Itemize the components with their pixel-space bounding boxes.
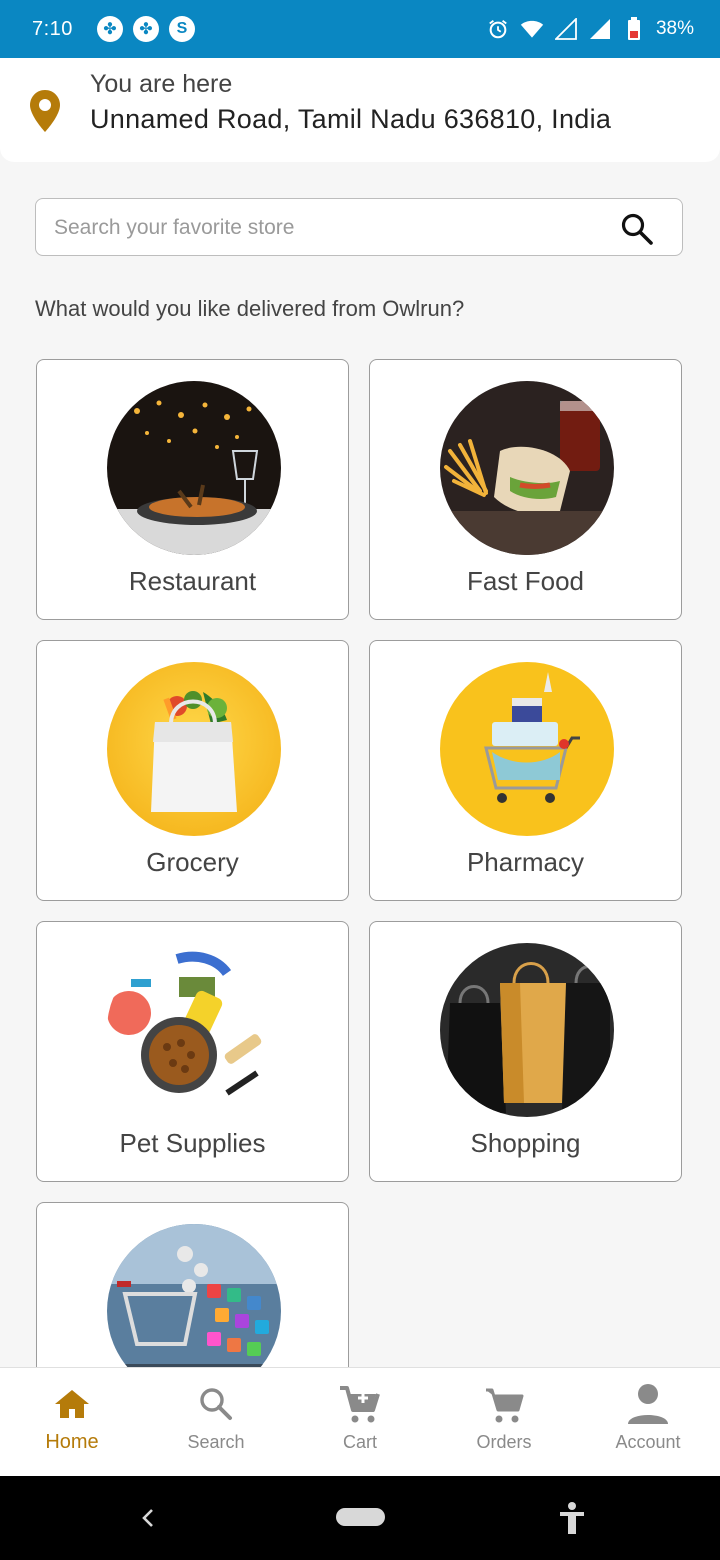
nav-home[interactable]: Home xyxy=(0,1368,144,1477)
nav-orders[interactable]: Orders xyxy=(432,1368,576,1477)
location-header[interactable]: You are here Unnamed Road, Tamil Nadu 63… xyxy=(0,58,720,162)
category-card-grocery[interactable]: Grocery xyxy=(36,640,349,901)
home-icon xyxy=(55,1390,89,1418)
shopping-image xyxy=(440,943,614,1117)
nav-label: Cart xyxy=(342,1432,377,1452)
grocery-image xyxy=(107,662,281,836)
nav-label: Search xyxy=(187,1432,245,1452)
battery-icon xyxy=(622,17,646,41)
accessibility-icon[interactable] xyxy=(556,1500,588,1536)
nav-label: Home xyxy=(45,1431,99,1453)
nav-account[interactable]: Account xyxy=(576,1368,720,1477)
category-card-online-shopping[interactable] xyxy=(36,1202,349,1372)
nav-label: Orders xyxy=(476,1432,532,1452)
online-shopping-image xyxy=(107,1224,281,1372)
cart-icon xyxy=(486,1388,524,1423)
category-label: Pharmacy xyxy=(466,847,585,877)
fast-food-image xyxy=(440,381,614,555)
home-gesture-pill[interactable] xyxy=(336,1508,385,1526)
nav-cart[interactable]: Cart xyxy=(288,1368,432,1477)
account-icon xyxy=(628,1384,668,1424)
store-search-bar[interactable] xyxy=(35,198,683,256)
battery-percent: 38% xyxy=(655,18,694,39)
search-icon xyxy=(200,1388,232,1420)
system-navigation-bar xyxy=(0,1476,720,1560)
wifi-icon xyxy=(520,17,544,41)
category-card-shopping[interactable]: Shopping xyxy=(369,921,682,1182)
notification-icons: ✤ ✤ S xyxy=(96,16,195,42)
skype-notification-icon: S xyxy=(168,16,195,42)
category-card-fast-food[interactable]: Fast Food xyxy=(369,359,682,620)
app-notification-icon: ✤ xyxy=(132,16,159,42)
bottom-navigation: Home Search Cart Orders Account xyxy=(0,1367,720,1477)
location-caption: You are here xyxy=(90,70,233,98)
signal-icon xyxy=(588,17,612,41)
category-label: Pet Supplies xyxy=(119,1128,266,1158)
nav-search[interactable]: Search xyxy=(144,1368,288,1477)
category-card-pet-supplies[interactable]: Pet Supplies xyxy=(36,921,349,1182)
restaurant-image xyxy=(107,381,281,555)
status-time: 7:10 xyxy=(32,17,73,40)
status-bar: 7:10 ✤ ✤ S 38% xyxy=(0,0,720,58)
category-label: Fast Food xyxy=(466,566,585,596)
search-icon[interactable] xyxy=(620,212,654,246)
nav-label: Account xyxy=(615,1432,681,1452)
category-card-restaurant[interactable]: Restaurant xyxy=(36,359,349,620)
add-cart-icon xyxy=(340,1386,380,1423)
alarm-icon xyxy=(486,17,510,41)
location-address: Unnamed Road, Tamil Nadu 636810, India xyxy=(90,104,612,134)
location-pin-icon xyxy=(30,90,60,132)
app-notification-icon: ✤ xyxy=(96,16,123,42)
category-label: Shopping xyxy=(470,1128,581,1158)
category-label: Restaurant xyxy=(128,566,257,596)
category-card-pharmacy[interactable]: Pharmacy xyxy=(369,640,682,901)
pharmacy-image xyxy=(440,662,614,836)
store-search-input[interactable] xyxy=(52,209,616,247)
signal-empty-icon xyxy=(554,17,578,41)
delivery-prompt: What would you like delivered from Owlru… xyxy=(35,296,465,321)
pet-supplies-image xyxy=(107,943,281,1117)
category-label: Grocery xyxy=(146,847,239,877)
back-icon[interactable] xyxy=(136,1504,160,1532)
